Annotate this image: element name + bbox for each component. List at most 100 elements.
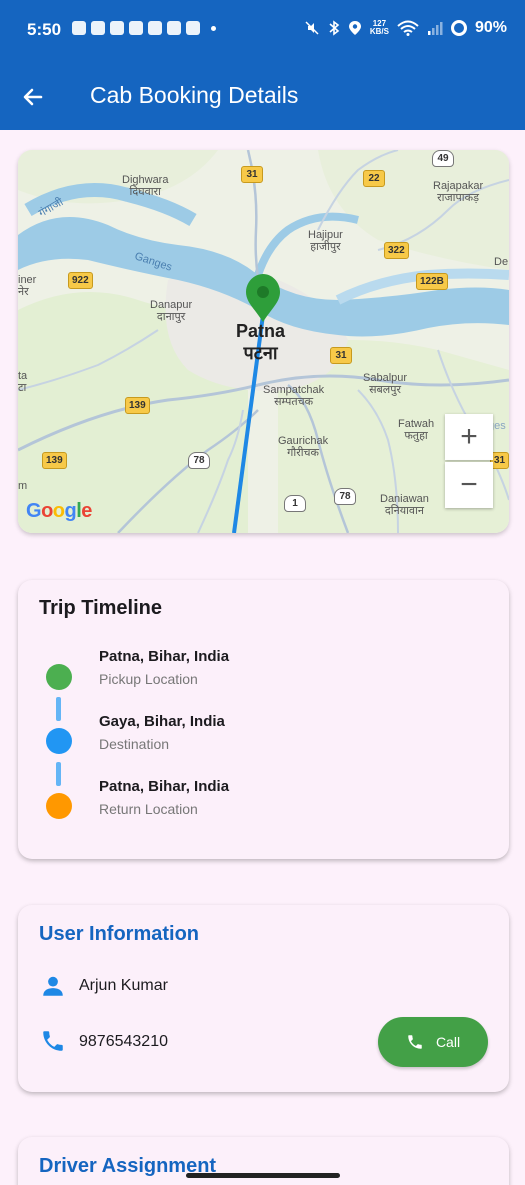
map-label-en: Gaurichak — [278, 435, 329, 447]
map-label-en: Hajipur — [308, 229, 343, 241]
destination-label: Destination — [99, 736, 170, 752]
user-information-card: User Information Arjun Kumar 9876543210 … — [18, 905, 509, 1092]
highway-shield: 31 — [241, 166, 263, 183]
bluetooth-icon — [329, 20, 340, 36]
map-label-en: Fatwah — [398, 418, 435, 430]
map-edge-label: iner नेर — [18, 274, 36, 298]
zoom-in-button[interactable]: + — [445, 414, 493, 460]
location-icon — [348, 21, 361, 35]
map-label-hi: दिघवारा — [129, 186, 161, 198]
pickup-location-text: Patna, Bihar, India — [99, 648, 230, 665]
map-label-en: Dighwara — [122, 174, 169, 186]
highway-shield: 139 — [42, 452, 67, 469]
highway-shield: 922 — [68, 272, 93, 289]
mute-icon — [305, 21, 319, 35]
network-speed: 127 KB/S — [370, 20, 389, 36]
highway-shield: 22 — [363, 170, 385, 187]
map-label-en: Danapur — [150, 299, 193, 311]
route-map[interactable]: Dighwara दिघवारा Hajipur हाजीपुर Rajapakar… — [18, 150, 509, 533]
destination-dot-icon — [46, 728, 72, 754]
back-button[interactable] — [16, 80, 50, 114]
app-bar: Cab Booking Details — [0, 62, 525, 130]
trip-timeline-card: Trip Timeline Patna, Bihar, India Pickup… — [18, 580, 509, 859]
page-title: Cab Booking Details — [90, 82, 299, 108]
status-bar: 5:50 127 KB/S 90% — [0, 0, 525, 62]
go-icon — [148, 21, 162, 35]
map-city-hi: पटना — [243, 343, 278, 363]
pickup-location-label: Pickup Location — [99, 671, 198, 687]
return-dot-icon — [46, 793, 72, 819]
map-label-fatwah: Fatwah फतुहा — [398, 418, 434, 442]
highway-shield: 78 — [188, 452, 210, 469]
battery-icon — [450, 20, 467, 36]
zepto-icon — [110, 21, 124, 35]
map-label-danapur: Danapur दानापुर — [150, 299, 192, 323]
timeline-connector — [56, 762, 61, 786]
map-label-gaurichak: Gaurichak गौरीचक — [278, 435, 328, 459]
tag-icon — [167, 21, 181, 35]
destination-text: Gaya, Bihar, India — [99, 713, 225, 730]
status-time: 5:50 — [27, 20, 62, 39]
zoom-out-button[interactable]: − — [445, 462, 493, 508]
map-label-hi: सबलपुर — [369, 384, 401, 396]
home-indicator[interactable] — [186, 1173, 340, 1178]
call-phone-icon — [408, 1035, 422, 1049]
map-label-rajapakar: Rajapakar राजापाकड़ — [433, 180, 483, 204]
map-edge-text: ta — [18, 370, 28, 382]
highway-shield: 78 — [334, 488, 356, 505]
system-icons: 127 KB/S 90% — [304, 19, 507, 37]
network-speed-unit: KB/S — [369, 27, 389, 36]
trip-timeline-title: Trip Timeline — [39, 597, 162, 619]
google-attribution: Google — [26, 500, 92, 522]
map-label-sabalpur: Sabalpur सबलपुर — [363, 372, 407, 396]
excel-icon — [186, 21, 200, 35]
map-label-dighwara: Dighwara दिघवारा — [122, 174, 168, 198]
map-label-en: Sampatchak — [263, 384, 325, 396]
teams-icon — [72, 21, 86, 35]
map-label-hi: हाजीपुर — [310, 241, 341, 253]
map-label-daniawan: Daniawan दनियावान — [380, 493, 429, 517]
return-location-label: Return Location — [99, 801, 198, 817]
instagram-icon — [91, 21, 105, 35]
map-label-hi: दनियावान — [384, 505, 424, 517]
map-label-hi: फतुहा — [404, 430, 428, 442]
message-icon — [129, 21, 143, 35]
map-label-hi: सम्पतचक — [274, 396, 314, 408]
wifi-icon — [397, 20, 419, 36]
battery-percent: 90% — [474, 19, 507, 36]
map-label-hi: गौरीचक — [287, 447, 319, 459]
map-city-en: Patna — [236, 321, 286, 341]
user-phone: 9876543210 — [79, 1033, 168, 1050]
map-label-en: Rajapakar — [433, 180, 484, 192]
return-location-text: Patna, Bihar, India — [99, 778, 230, 795]
map-edge-label: ta टा — [18, 370, 27, 394]
phone-icon — [43, 1031, 63, 1051]
map-city-label: Patna पटना — [236, 320, 285, 364]
map-label-en: Sabalpur — [363, 372, 408, 384]
map-label-sampatchak: Sampatchak सम्पतचक — [263, 384, 324, 408]
more-notifications-dot — [211, 25, 216, 31]
signal-icon — [427, 22, 443, 35]
map-edge-text: टा — [18, 382, 27, 394]
person-icon — [43, 976, 63, 996]
highway-shield: 139 — [125, 397, 150, 414]
map-label-hi: दानापुर — [156, 311, 186, 323]
call-button-label: Call — [435, 1034, 461, 1050]
map-label-en: Daniawan — [380, 493, 429, 505]
map-label-hajipur: Hajipur हाजीपुर — [308, 229, 343, 253]
map-edge-text: iner — [18, 274, 37, 286]
call-button[interactable]: Call — [378, 1017, 488, 1067]
map-edge-label: m — [18, 480, 28, 492]
highway-shield: 31 — [330, 347, 352, 364]
highway-shield: 49 — [432, 150, 454, 167]
notification-icons — [72, 21, 216, 35]
highway-shield: 122B — [416, 273, 448, 290]
map-edge-label: De — [494, 256, 509, 268]
user-information-title: User Information — [39, 923, 200, 945]
user-name: Arjun Kumar — [79, 977, 168, 994]
timeline-connector — [56, 697, 61, 721]
arrow-left-icon — [23, 88, 43, 106]
map-edge-text: नेर — [18, 286, 29, 298]
highway-shield: 1 — [284, 495, 306, 512]
highway-shield: 322 — [384, 242, 409, 259]
